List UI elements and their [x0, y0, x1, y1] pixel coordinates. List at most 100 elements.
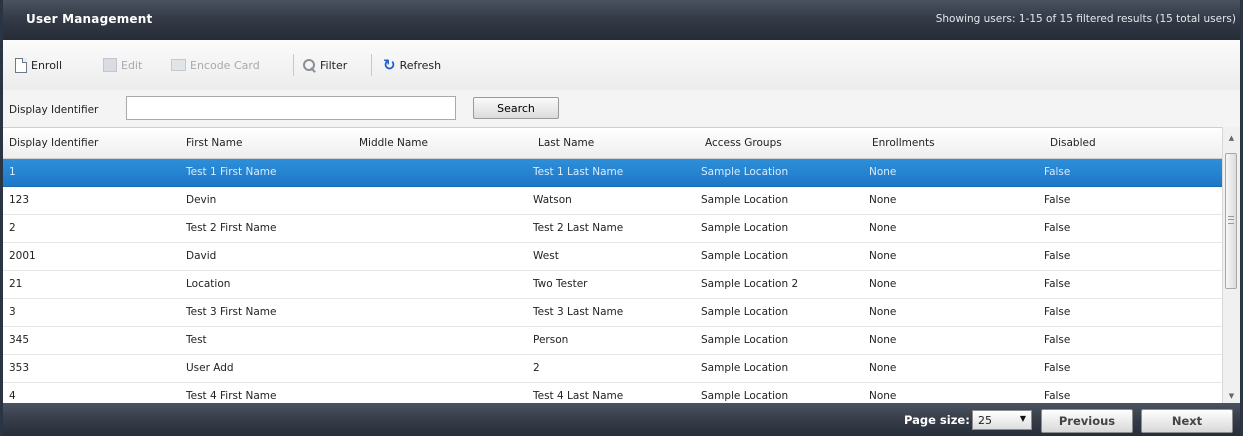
column-header-middle-name[interactable]: Middle Name	[359, 137, 428, 149]
refresh-button[interactable]: ↻ Refresh	[383, 55, 441, 75]
column-header-access-groups[interactable]: Access Groups	[705, 137, 782, 149]
display-identifier-cell: 123	[9, 194, 30, 206]
filter-button[interactable]: Filter	[303, 55, 347, 75]
filter-label: Filter	[320, 58, 348, 72]
vertical-scrollbar[interactable]: ▲ ▼	[1222, 127, 1240, 403]
page-title: User Management	[26, 12, 153, 26]
display-identifier-cell: 2001	[9, 250, 36, 262]
pagination-bar: Page size: 25 ▼ Previous Next	[3, 403, 1240, 436]
first-name-cell: Test 1 First Name	[186, 166, 277, 178]
display-identifier-cell: 3	[9, 306, 16, 318]
page-size-select[interactable]: 25 ▼	[972, 410, 1032, 430]
enrollments-cell: None	[869, 390, 897, 402]
column-header-first-name[interactable]: First Name	[186, 137, 242, 149]
scroll-up-icon[interactable]: ▲	[1223, 131, 1240, 145]
enrollments-cell: None	[869, 306, 897, 318]
table-row[interactable]: 123 Devin Watson Sample Location None False	[3, 187, 1222, 215]
next-button[interactable]: Next	[1141, 409, 1233, 433]
enroll-label: Enroll	[31, 58, 63, 72]
display-identifier-input[interactable]	[126, 96, 456, 120]
disabled-cell: False	[1044, 390, 1071, 402]
last-name-cell: Test 4 Last Name	[533, 390, 624, 402]
encode-card-label: Encode Card	[190, 58, 260, 72]
column-header-disabled[interactable]: Disabled	[1050, 137, 1096, 149]
column-header-display-identifier[interactable]: Display Identifier	[9, 137, 98, 149]
refresh-label: Refresh	[399, 58, 442, 72]
first-name-cell: Test 2 First Name	[186, 222, 277, 234]
disabled-cell: False	[1044, 306, 1071, 318]
access-groups-cell: Sample Location	[701, 250, 789, 262]
display-identifier-cell: 353	[9, 362, 30, 374]
grip-icon	[1228, 216, 1234, 224]
last-name-cell: 2	[533, 362, 540, 374]
access-groups-cell: Sample Location	[701, 194, 789, 206]
disabled-cell: False	[1044, 362, 1071, 374]
table-header: Display Identifier First Name Middle Nam…	[3, 127, 1222, 159]
enrollments-cell: None	[869, 250, 897, 262]
table-row[interactable]: 2 Test 2 First Name Test 2 Last Name Sample…	[3, 215, 1222, 243]
edit-label: Edit	[121, 58, 143, 72]
enrollments-cell: None	[869, 194, 897, 206]
table-row[interactable]: 1 Test 1 First Name Test 1 Last Name Sample…	[3, 159, 1222, 187]
column-header-last-name[interactable]: Last Name	[538, 137, 594, 149]
edit-icon	[103, 58, 117, 72]
disabled-cell: False	[1044, 334, 1071, 346]
toolbar-separator	[293, 54, 294, 76]
access-groups-cell: Sample Location	[701, 334, 789, 346]
search-button[interactable]: Search	[473, 97, 559, 119]
disabled-cell: False	[1044, 278, 1071, 290]
last-name-cell: Person	[533, 334, 569, 346]
toolbar-separator	[371, 54, 372, 76]
last-name-cell: Watson	[533, 194, 572, 206]
column-header-enrollments[interactable]: Enrollments	[872, 137, 935, 149]
enrollments-cell: None	[869, 278, 897, 290]
table-row[interactable]: 2001 David West Sample Location None False	[3, 243, 1222, 271]
edit-button[interactable]: Edit	[103, 55, 142, 75]
toolbar: Enroll Edit Encode Card Filter ↻ Refresh	[3, 40, 1240, 91]
table-row[interactable]: 345 Test Person Sample Location None False	[3, 327, 1222, 355]
access-groups-cell: Sample Location	[701, 166, 789, 178]
access-groups-cell: Sample Location	[701, 362, 789, 374]
results-status: Showing users: 1-15 of 15 filtered resul…	[935, 13, 1236, 25]
first-name-cell: David	[186, 250, 217, 262]
table-row[interactable]: 353 User Add 2 Sample Location None False	[3, 355, 1222, 383]
first-name-cell: Test 4 First Name	[186, 390, 277, 402]
last-name-cell: Test 3 Last Name	[533, 306, 624, 318]
enroll-button[interactable]: Enroll	[15, 55, 62, 75]
access-groups-cell: Sample Location	[701, 306, 789, 318]
first-name-cell: Location	[186, 278, 231, 290]
display-identifier-cell: 1	[9, 166, 16, 178]
enrollments-cell: None	[869, 334, 897, 346]
page-size-value: 25	[978, 414, 992, 427]
user-management-panel: User Management Showing users: 1-15 of 1…	[0, 0, 1243, 436]
access-groups-cell: Sample Location	[701, 222, 789, 234]
table-row[interactable]: 4 Test 4 First Name Test 4 Last Name Sample…	[3, 383, 1222, 403]
disabled-cell: False	[1044, 194, 1071, 206]
refresh-icon: ↻	[383, 56, 396, 74]
users-table: Display Identifier First Name Middle Nam…	[3, 127, 1222, 403]
previous-button[interactable]: Previous	[1041, 409, 1133, 433]
magnifier-icon	[303, 58, 316, 72]
first-name-cell: Test	[186, 334, 207, 346]
disabled-cell: False	[1044, 222, 1071, 234]
access-groups-cell: Sample Location	[701, 390, 789, 402]
enrollments-cell: None	[869, 166, 897, 178]
scrollbar-thumb[interactable]	[1225, 153, 1237, 289]
table-row[interactable]: 3 Test 3 First Name Test 3 Last Name Sample…	[3, 299, 1222, 327]
first-name-cell: User Add	[186, 362, 234, 374]
page-size-label: Page size:	[904, 413, 970, 427]
first-name-cell: Devin	[186, 194, 217, 206]
encode-card-button[interactable]: Encode Card	[171, 55, 260, 75]
last-name-cell: Test 2 Last Name	[533, 222, 624, 234]
display-identifier-cell: 345	[9, 334, 30, 346]
card-icon	[171, 59, 186, 71]
title-bar: User Management Showing users: 1-15 of 1…	[3, 0, 1240, 40]
new-document-icon	[15, 57, 27, 73]
first-name-cell: Test 3 First Name	[186, 306, 277, 318]
display-identifier-label: Display Identifier	[9, 104, 99, 116]
scroll-down-icon[interactable]: ▼	[1223, 389, 1240, 403]
enrollments-cell: None	[869, 362, 897, 374]
last-name-cell: Test 1 Last Name	[533, 166, 624, 178]
table-row[interactable]: 21 Location Two Tester Sample Location 2 Non…	[3, 271, 1222, 299]
enrollments-cell: None	[869, 222, 897, 234]
